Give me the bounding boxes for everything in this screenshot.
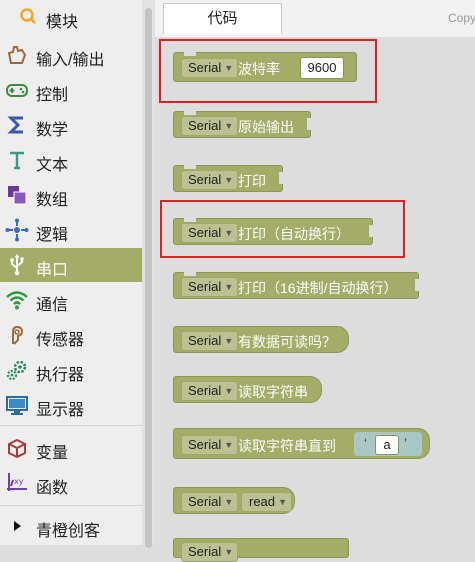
block-label: 有数据可读吗？ — [238, 334, 336, 350]
sidebar-item-function[interactable]: xy 函数 — [0, 466, 142, 500]
tab-code[interactable]: 代码 — [163, 3, 282, 34]
serial-dropdown[interactable]: Serial ▼ — [181, 170, 239, 190]
toolbox-scrollbar-thumb[interactable] — [145, 8, 152, 548]
chevron-down-icon: ▼ — [224, 547, 234, 557]
text-icon — [10, 151, 24, 170]
function-icon: xy — [7, 473, 27, 491]
hand-icon — [7, 46, 27, 64]
serial-dropdown[interactable]: Serial ▼ — [181, 542, 239, 562]
string-literal-block[interactable]: ‘ a ’ — [354, 432, 422, 456]
chevron-down-icon: ▼ — [224, 121, 234, 131]
sidebar-item-math[interactable]: 数学 — [0, 108, 142, 142]
toolbox-title: 模块 — [46, 14, 79, 31]
sidebar-item-logic[interactable]: 逻辑 — [0, 213, 142, 247]
sidebar-item-label: 数组 — [36, 192, 69, 209]
sidebar-item-label: 变量 — [36, 445, 69, 462]
monitor-icon — [6, 396, 28, 415]
sidebar-item-sensor[interactable]: 传感器 — [0, 318, 142, 352]
toolbox-sidebar: 模块 输入/输出 控制 数学 文本 数组 逻辑 串口 通信 传感器 执行器 显示… — [0, 0, 142, 545]
chevron-down-icon: ▼ — [224, 336, 234, 346]
block-label: 读取字符串直到 — [238, 438, 336, 454]
serial-dropdown[interactable]: Serial ▼ — [181, 116, 239, 136]
serial-available-block[interactable]: Serial ▼ 有数据可读吗？ — [173, 326, 349, 353]
sidebar-item-label: 传感器 — [36, 332, 85, 349]
sidebar-item-label: 执行器 — [36, 367, 85, 384]
toolbox-header[interactable]: 模块 — [0, 0, 142, 36]
usb-icon — [10, 254, 24, 276]
serial-print-hex-block[interactable]: Serial ▼ 打印（16进制/自动换行） — [173, 272, 424, 299]
sidebar-item-actuator[interactable]: 执行器 — [0, 353, 142, 387]
serial-dropdown[interactable]: Serial ▼ — [181, 277, 239, 297]
sidebar-item-control[interactable]: 控制 — [0, 73, 142, 107]
serial-dropdown[interactable]: Serial ▼ — [181, 435, 239, 455]
sidebar-item-label: 串口 — [36, 262, 69, 279]
sidebar-item-array[interactable]: 数组 — [0, 178, 142, 212]
chevron-down-icon: ▼ — [224, 175, 234, 185]
chevron-down-icon: ▼ — [224, 440, 234, 450]
sidebar-item-label: 文本 — [36, 157, 69, 174]
wifi-icon — [6, 291, 28, 310]
serial-write-block[interactable]: Serial ▼ 原始输出 — [173, 111, 316, 138]
copy-button[interactable]: Copy — [448, 11, 475, 25]
sidebar-item-display[interactable]: 显示器 — [0, 388, 142, 422]
block-label: 原始输出 — [238, 119, 294, 135]
highlight-box — [159, 39, 377, 103]
close-quote-icon: ’ — [404, 435, 408, 451]
char-input[interactable]: a — [375, 435, 399, 455]
sidebar-item-comm[interactable]: 通信 — [0, 283, 142, 317]
sidebar-item-io[interactable]: 输入/输出 — [0, 38, 142, 72]
block-label: 打印 — [238, 173, 266, 189]
cube-icon — [8, 438, 26, 459]
search-icon — [20, 8, 36, 24]
chevron-down-icon: ▼ — [224, 497, 234, 507]
serial-read-string-block[interactable]: Serial ▼ 读取字符串 — [173, 376, 322, 403]
sidebar-item-variable[interactable]: 变量 — [0, 431, 142, 465]
sidebar-item-label: 控制 — [36, 87, 69, 104]
chevron-down-icon: ▼ — [224, 282, 234, 292]
block-label: 打印（16进制/自动换行） — [238, 280, 398, 296]
chevron-down-icon: ▼ — [224, 386, 234, 396]
sidebar-item-label: 青橙创客 — [36, 523, 101, 540]
chevron-down-icon: ▼ — [278, 497, 288, 507]
sidebar-item-qingcheng[interactable]: 青橙创客 — [0, 509, 142, 543]
sidebar-item-label: 输入/输出 — [36, 52, 105, 69]
sidebar-item-serial[interactable]: 串口 — [0, 248, 142, 282]
serial-read-until-block[interactable]: Serial ▼ 读取字符串直到 ‘ a ’ — [173, 428, 430, 459]
serial-dropdown[interactable]: Serial ▼ — [181, 492, 239, 512]
gears-icon — [6, 360, 27, 381]
serial-read-block[interactable]: Serial ▼ read ▼ — [173, 487, 295, 514]
sidebar-divider — [0, 425, 142, 426]
gamepad-icon — [6, 84, 28, 97]
open-quote-icon: ‘ — [364, 435, 368, 451]
sidebar-divider — [0, 505, 142, 506]
serial-dropdown[interactable]: Serial ▼ — [181, 331, 239, 351]
svg-text:xy: xy — [14, 477, 24, 486]
serial-dropdown[interactable]: Serial ▼ — [181, 381, 239, 401]
sidebar-item-label: 通信 — [36, 297, 69, 314]
sidebar-item-text[interactable]: 文本 — [0, 143, 142, 177]
read-mode-dropdown[interactable]: read ▼ — [241, 492, 293, 512]
sidebar-item-label: 逻辑 — [36, 227, 69, 244]
sensor-icon — [12, 325, 24, 345]
block-label: 读取字符串 — [238, 384, 308, 400]
triangle-right-icon — [14, 521, 21, 531]
sigma-icon — [7, 116, 23, 134]
highlight-box — [160, 200, 405, 258]
sidebar-item-label: 数学 — [36, 122, 69, 139]
sidebar-item-label: 函数 — [36, 480, 69, 497]
logic-icon — [5, 218, 29, 242]
partial-serial-block[interactable]: Serial ▼ — [173, 538, 349, 562]
array-icon — [8, 186, 27, 205]
serial-print-block[interactable]: Serial ▼ 打印 — [173, 165, 288, 192]
sidebar-item-label: 显示器 — [36, 402, 85, 419]
